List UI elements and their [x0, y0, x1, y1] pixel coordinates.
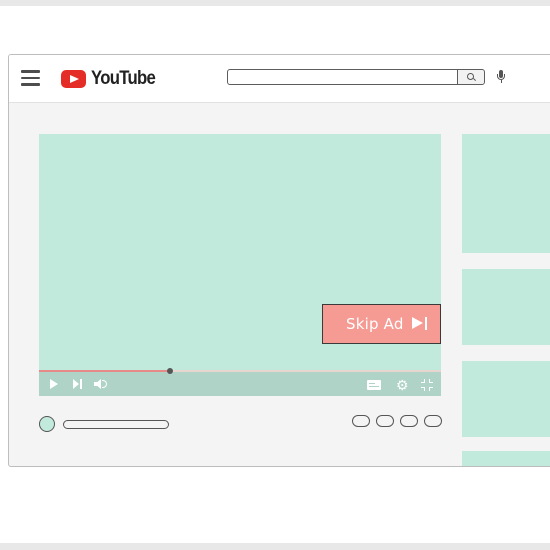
action-button-1[interactable]	[352, 415, 370, 427]
next-icon[interactable]	[73, 379, 83, 389]
browser-window: YouTube Skip Ad ⚙	[8, 54, 550, 467]
suggested-video-thumbnail[interactable]	[462, 134, 550, 253]
captions-icon[interactable]	[367, 380, 381, 390]
action-button-2[interactable]	[376, 415, 394, 427]
brand-name: YouTube	[91, 68, 156, 89]
action-button-4[interactable]	[424, 415, 442, 427]
play-icon[interactable]	[50, 379, 58, 389]
top-divider	[0, 0, 550, 6]
microphone-icon[interactable]	[497, 70, 505, 84]
skip-ad-label: Skip Ad	[346, 315, 404, 333]
youtube-play-icon	[61, 70, 86, 88]
settings-icon[interactable]: ⚙	[396, 378, 409, 392]
progress-played	[39, 370, 170, 372]
top-bar: YouTube	[9, 55, 550, 103]
youtube-logo[interactable]: YouTube	[61, 66, 164, 92]
channel-avatar[interactable]	[39, 416, 55, 432]
exit-fullscreen-icon[interactable]	[421, 379, 433, 391]
progress-scrubber[interactable]	[166, 368, 173, 374]
search-input[interactable]	[227, 69, 458, 85]
suggested-video-thumbnail[interactable]	[462, 269, 550, 345]
search-button[interactable]	[457, 69, 485, 85]
action-button-3[interactable]	[400, 415, 418, 427]
skip-icon	[412, 317, 428, 330]
suggested-video-thumbnail[interactable]	[462, 361, 550, 437]
video-player[interactable]: Skip Ad ⚙	[39, 134, 441, 396]
video-title-placeholder	[63, 420, 169, 429]
suggested-video-thumbnail[interactable]	[462, 451, 550, 466]
menu-icon[interactable]	[21, 70, 40, 86]
skip-ad-button[interactable]: Skip Ad	[322, 304, 441, 344]
bottom-divider	[0, 543, 550, 550]
